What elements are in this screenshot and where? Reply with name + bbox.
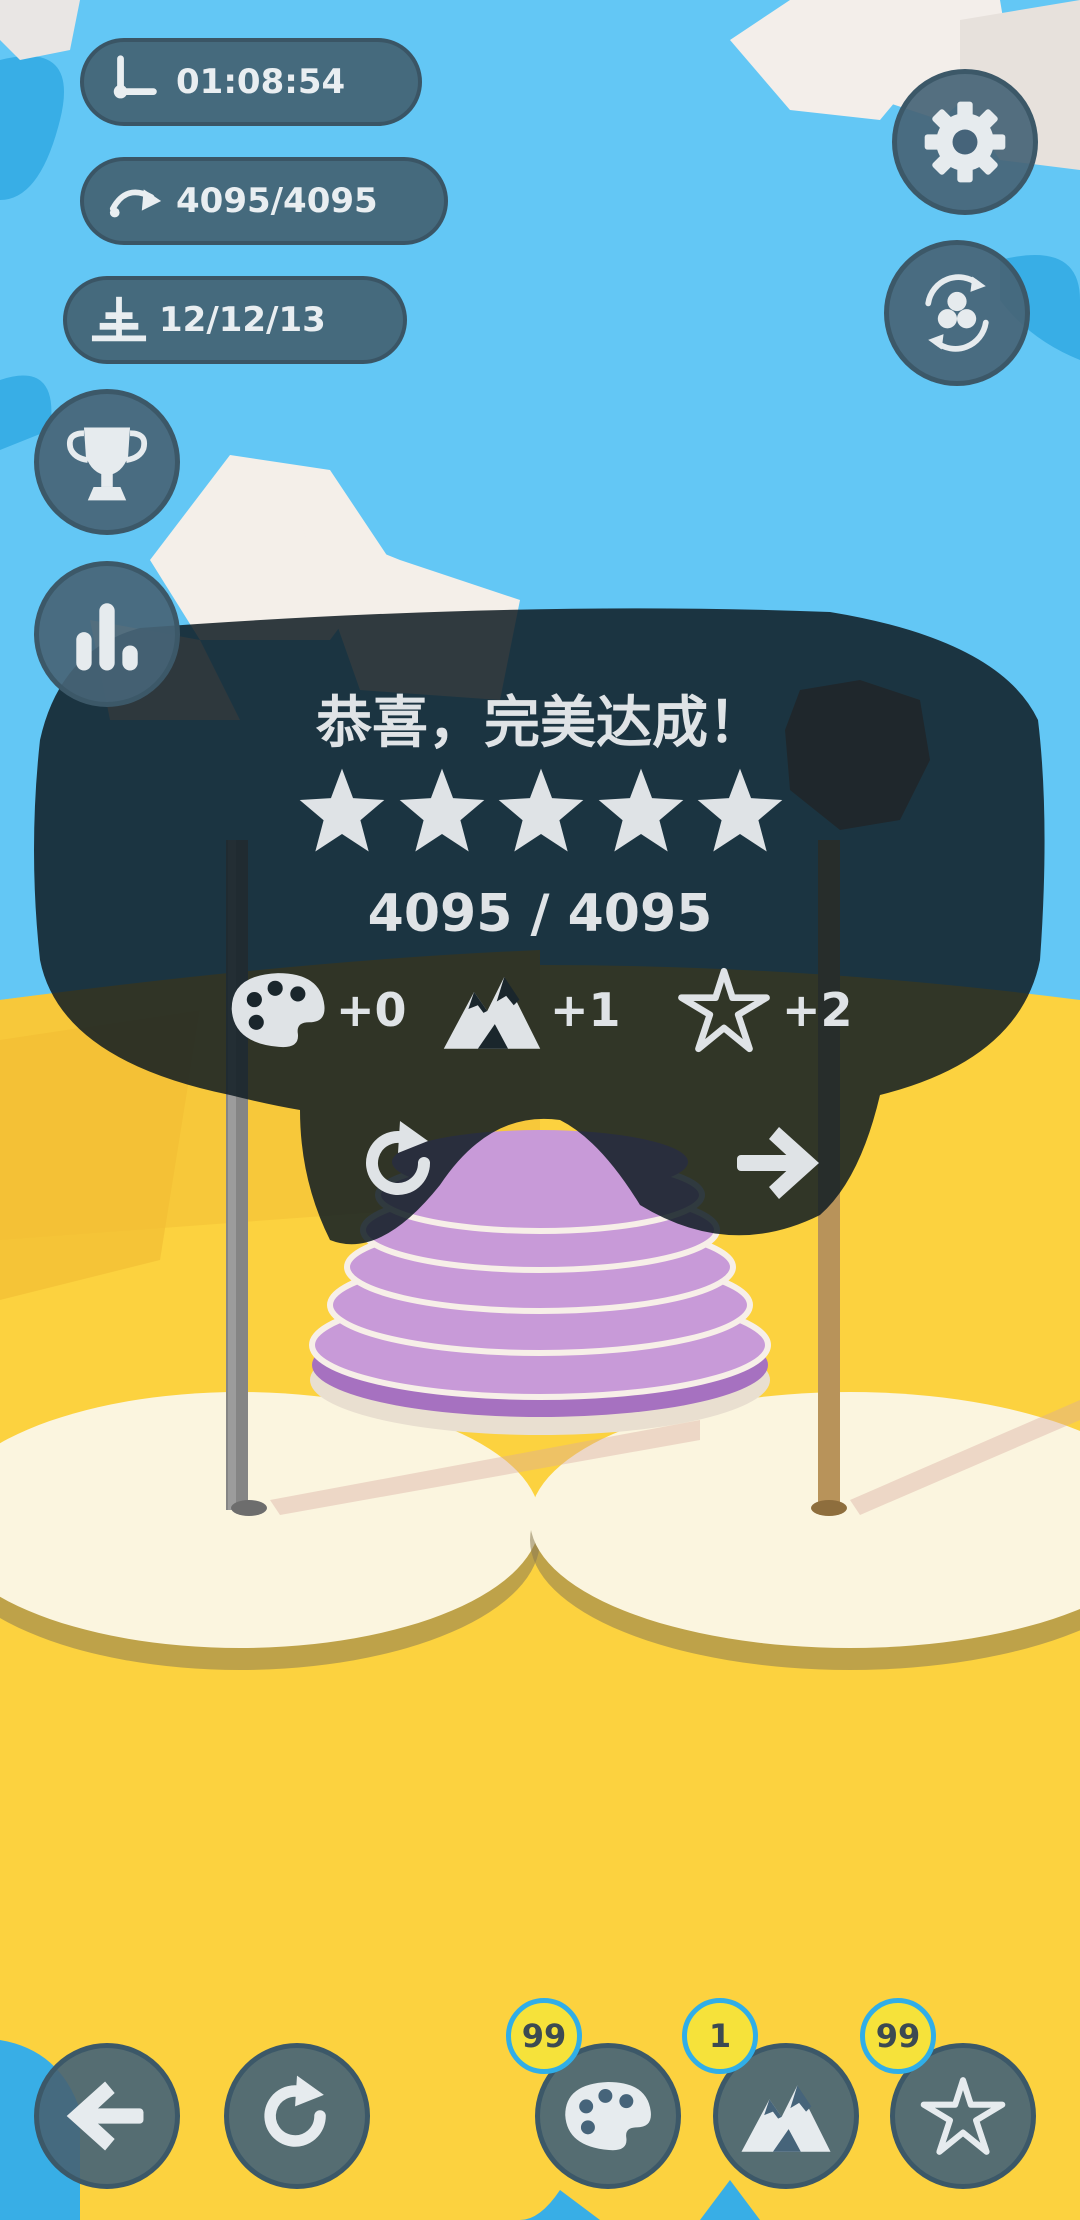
reward-palette: +0: [226, 960, 407, 1060]
moves-value: 4095/4095: [176, 181, 378, 221]
star-icon: [598, 768, 683, 852]
star-outline-icon: [920, 2077, 1006, 2155]
mountain-icon: [443, 976, 541, 1049]
reward-mountain-value: +1: [550, 983, 621, 1037]
star-outline-icon: [678, 967, 770, 1053]
moves-arrow-icon: [106, 171, 166, 231]
trophy-icon: [67, 427, 147, 501]
tower-icon: [89, 290, 149, 350]
reward-mountain: +1: [440, 960, 621, 1060]
settings-button[interactable]: [892, 69, 1038, 215]
back-button[interactable]: [34, 2043, 180, 2189]
star-icon: [399, 768, 484, 852]
moves-pill: 4095/4095: [80, 157, 448, 245]
star-count-badge: 99: [860, 1998, 936, 2074]
arrow-right-icon: [737, 1127, 819, 1199]
skins-button[interactable]: [884, 240, 1030, 386]
mountain-icon: [741, 2085, 831, 2152]
star-icon: [299, 768, 385, 852]
dialog-next-button[interactable]: [722, 1108, 832, 1218]
arrow-left-icon: [66, 2081, 144, 2151]
levels-value: 12/12/13: [159, 300, 326, 340]
score-text: 4095 / 4095: [367, 884, 713, 944]
skins-icon: [925, 274, 989, 352]
reward-star-value: +2: [782, 983, 853, 1037]
star-icon: [498, 768, 584, 852]
dialog-retry-button[interactable]: [345, 1108, 455, 1218]
trophy-button[interactable]: [34, 389, 180, 535]
gear-icon: [924, 101, 1006, 183]
palette-icon: [231, 973, 325, 1048]
bar-chart-icon: [76, 603, 138, 671]
star-icon: [697, 768, 783, 852]
palette-icon: [565, 2081, 651, 2151]
dialog-title: 恭喜，完美达成！: [316, 691, 764, 756]
reward-star: +2: [672, 960, 853, 1060]
levels-pill: 12/12/13: [63, 276, 407, 364]
timer-pill: 01:08:54: [80, 38, 422, 126]
restart-icon: [264, 2075, 326, 2147]
reward-palette-value: +0: [336, 983, 407, 1037]
restart-button[interactable]: [224, 2043, 370, 2189]
mountain-count-badge: 1: [682, 1998, 758, 2074]
timer-value: 01:08:54: [176, 62, 346, 102]
restart-icon: [366, 1121, 430, 1195]
star-rating: [296, 765, 786, 865]
timer-icon: [106, 52, 166, 112]
palette-count-badge: 99: [506, 1998, 582, 2074]
